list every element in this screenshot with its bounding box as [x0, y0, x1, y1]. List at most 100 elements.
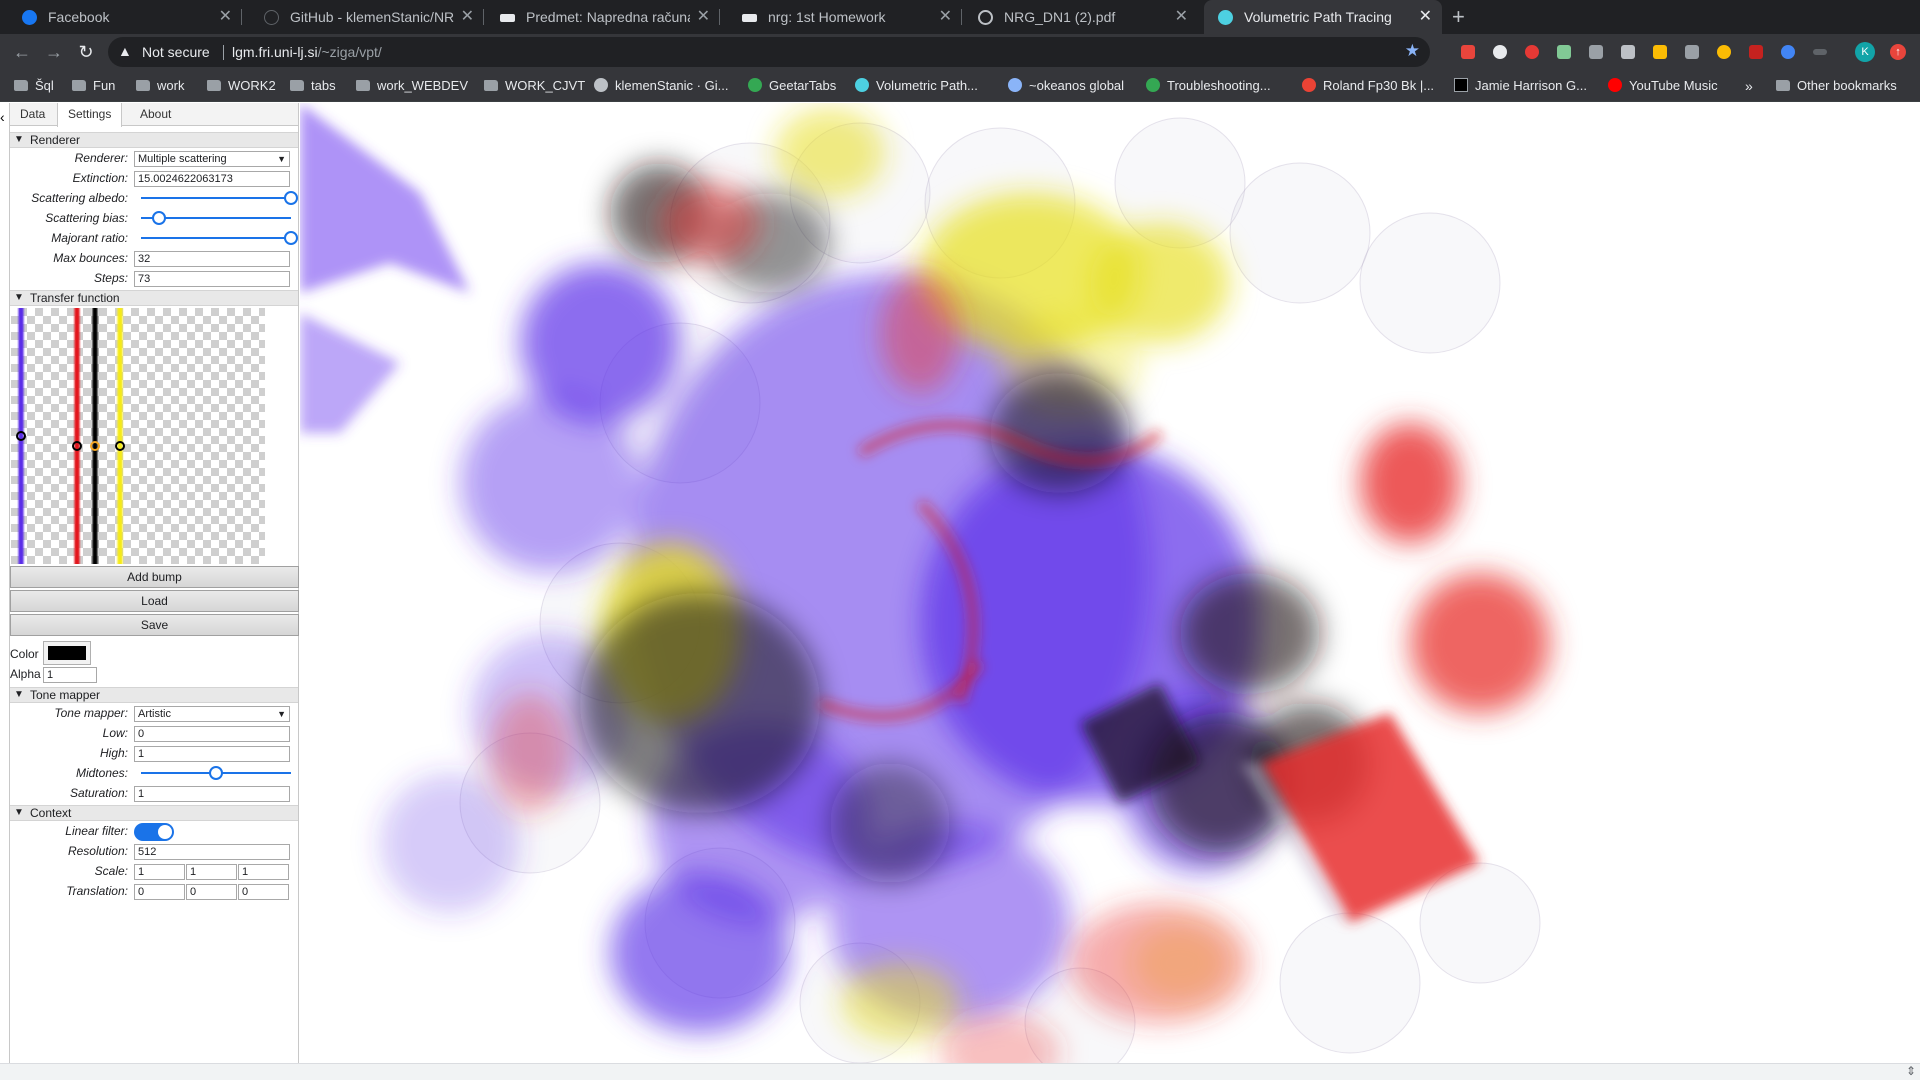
saturation-input[interactable]: 1 — [134, 786, 290, 802]
tab-about[interactable]: About — [130, 103, 181, 126]
bookmark-vpt[interactable]: Volumetric Path... — [855, 70, 978, 102]
extension-icon[interactable] — [1493, 45, 1507, 59]
slider-thumb[interactable] — [209, 766, 223, 780]
steps-input[interactable]: 73 — [134, 271, 290, 287]
bookmark-folder-fun[interactable]: Fun — [72, 70, 115, 102]
low-input[interactable]: 0 — [134, 726, 290, 742]
collapse-panel-icon[interactable]: ‹ — [0, 109, 5, 125]
close-icon[interactable]: ✕ — [1419, 0, 1432, 34]
reload-icon[interactable]: ↻ — [74, 40, 98, 64]
bookmarks-overflow-button[interactable]: » — [1745, 70, 1753, 102]
close-icon[interactable]: ✕ — [461, 0, 474, 34]
save-button[interactable]: Save — [10, 614, 299, 636]
other-bookmarks[interactable]: Other bookmarks — [1776, 70, 1897, 102]
renderer-select[interactable]: Multiple scattering ▼ — [134, 151, 290, 167]
bookmark-youtube-music[interactable]: YouTube Music — [1608, 70, 1718, 102]
alpha-input[interactable]: 1 — [43, 667, 97, 683]
transfer-section-header[interactable]: ▼ Transfer function — [10, 290, 298, 306]
linear-filter-toggle[interactable] — [134, 823, 174, 841]
bookmark-geetartabs[interactable]: GeetarTabs — [748, 70, 836, 102]
translation-y-input[interactable]: 0 — [186, 884, 237, 900]
profile-avatar[interactable]: K — [1855, 42, 1875, 62]
bookmark-star-icon[interactable]: ★ — [1405, 41, 1420, 61]
bookmark-folder-work-webdev[interactable]: work_WEBDEV — [356, 70, 468, 102]
bookmark-roland[interactable]: Roland Fp30 Bk |... — [1302, 70, 1434, 102]
folder-icon — [290, 80, 304, 91]
folder-icon — [72, 80, 86, 91]
github-icon — [264, 10, 279, 25]
bookmark-folder-work2[interactable]: WORK2 — [207, 70, 276, 102]
extension-icon[interactable] — [1685, 45, 1699, 59]
slider-thumb[interactable] — [284, 231, 298, 245]
transfer-bump-handle[interactable] — [89, 441, 100, 452]
saturation-row: Saturation: 1 — [10, 784, 298, 802]
close-icon[interactable]: ✕ — [219, 0, 232, 34]
tone-mapper-select[interactable]: Artistic ▼ — [134, 706, 290, 722]
tab-settings[interactable]: Settings — [57, 103, 123, 127]
update-icon[interactable]: ↑ — [1890, 44, 1906, 60]
browser-tab-vpt[interactable]: Volumetric Path Tracing ✕ — [1204, 0, 1442, 34]
context-section-header[interactable]: ▼ Context — [10, 805, 298, 821]
translation-z-input[interactable]: 0 — [238, 884, 289, 900]
bookmark-jamie-harrison[interactable]: Jamie Harrison G... — [1454, 70, 1587, 102]
max-bounces-input[interactable]: 32 — [134, 251, 290, 267]
midtones-slider[interactable] — [141, 766, 291, 780]
bookmark-folder-work[interactable]: work — [136, 70, 184, 102]
bookmark-troubleshooting[interactable]: Troubleshooting... — [1146, 70, 1271, 102]
ublock-extension-icon[interactable] — [1749, 45, 1763, 59]
scale-x-input[interactable]: 1 — [134, 864, 185, 880]
majorant-slider[interactable] — [141, 231, 298, 245]
tone-section-header[interactable]: ▼ Tone mapper — [10, 687, 298, 703]
bookmark-folder-sql[interactable]: Šql — [14, 70, 54, 102]
resolution-input[interactable]: 512 — [134, 844, 290, 860]
transfer-function-canvas[interactable] — [11, 308, 265, 564]
extension-menu-icon[interactable] — [1813, 49, 1827, 55]
bookmark-okeanos[interactable]: ~okeanos global — [1008, 70, 1124, 102]
forward-icon[interactable]: → — [42, 40, 66, 64]
browser-tab-github[interactable]: GitHub - klemenStanic/NRG-H ✕ — [250, 0, 484, 34]
browser-tab-pdf[interactable]: NRG_DN1 (2).pdf ✕ — [964, 0, 1198, 34]
bookmark-folder-tabs[interactable]: tabs — [290, 70, 336, 102]
close-icon[interactable]: ✕ — [939, 0, 952, 34]
extension-icon[interactable] — [1589, 45, 1603, 59]
slider-thumb[interactable] — [152, 211, 166, 225]
folder-icon — [1776, 80, 1790, 91]
browser-tab-facebook[interactable]: Facebook ✕ — [8, 0, 242, 34]
scale-z-input[interactable]: 1 — [238, 864, 289, 880]
adblock-extension-icon[interactable] — [1461, 45, 1475, 59]
folder-icon — [484, 80, 498, 91]
resize-handle-icon[interactable]: ⇕ — [1906, 1064, 1916, 1078]
browser-tab-nrg-homework[interactable]: nrg: 1st Homework ✕ — [728, 0, 962, 34]
security-chip[interactable]: Not secure — [142, 44, 210, 60]
bookmark-folder-work-cjvt[interactable]: WORK_CJVT — [484, 70, 585, 102]
translation-x-input[interactable]: 0 — [134, 884, 185, 900]
back-icon[interactable]: ← — [10, 40, 34, 64]
chevron-down-icon: ▼ — [14, 807, 24, 818]
extension-icon[interactable] — [1621, 45, 1635, 59]
color-picker[interactable] — [43, 641, 91, 665]
extension-icon[interactable] — [1717, 45, 1731, 59]
close-icon[interactable]: ✕ — [697, 0, 710, 34]
load-button[interactable]: Load — [10, 590, 299, 612]
render-canvas[interactable] — [300, 103, 1920, 1063]
renderer-section-header[interactable]: ▼ Renderer — [10, 132, 298, 148]
extension-icon[interactable] — [1653, 45, 1667, 59]
tab-data[interactable]: Data — [10, 103, 55, 126]
browser-tab-predmet[interactable]: Predmet: Napredna računalnišk ✕ — [486, 0, 720, 34]
bias-slider[interactable] — [141, 211, 291, 225]
extension-icon[interactable] — [1557, 45, 1571, 59]
new-tab-button[interactable]: + — [1452, 0, 1465, 34]
add-bump-button[interactable]: Add bump — [10, 566, 299, 588]
extinction-input[interactable]: 15.0024622063173 — [134, 171, 290, 187]
address-bar[interactable]: ▲ Not secure lgm.fri.uni-lj.si/~ziga/vpt… — [108, 37, 1430, 67]
bookmark-github[interactable]: klemenStanic · Gi... — [594, 70, 728, 102]
albedo-slider[interactable] — [141, 191, 298, 205]
high-input[interactable]: 1 — [134, 746, 290, 762]
slider-thumb[interactable] — [284, 191, 298, 205]
bounces-label: Max bounces: — [53, 251, 128, 265]
extension-icon[interactable] — [1781, 45, 1795, 59]
extension-icon[interactable] — [1525, 45, 1539, 59]
close-icon[interactable]: ✕ — [1175, 0, 1188, 34]
scale-y-input[interactable]: 1 — [186, 864, 237, 880]
url-host: lgm.fri.uni-lj.si — [232, 44, 318, 60]
